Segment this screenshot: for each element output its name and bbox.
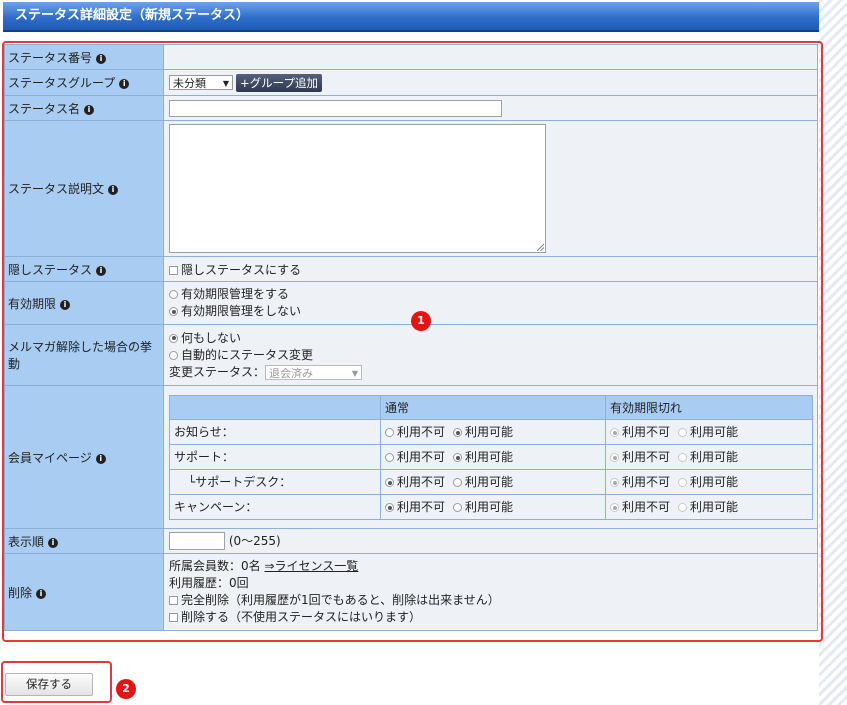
form-highlight-frame bbox=[2, 41, 823, 642]
save-button[interactable]: 保存する bbox=[5, 673, 93, 696]
annotation-badge-2: 2 bbox=[116, 679, 136, 699]
page-title-text: ステータス詳細設定（新規ステータス） bbox=[15, 8, 250, 23]
page-title: ステータス詳細設定（新規ステータス） bbox=[3, 2, 819, 32]
annotation-badge-1: 1 bbox=[411, 311, 431, 331]
background-stripe bbox=[819, 0, 847, 705]
